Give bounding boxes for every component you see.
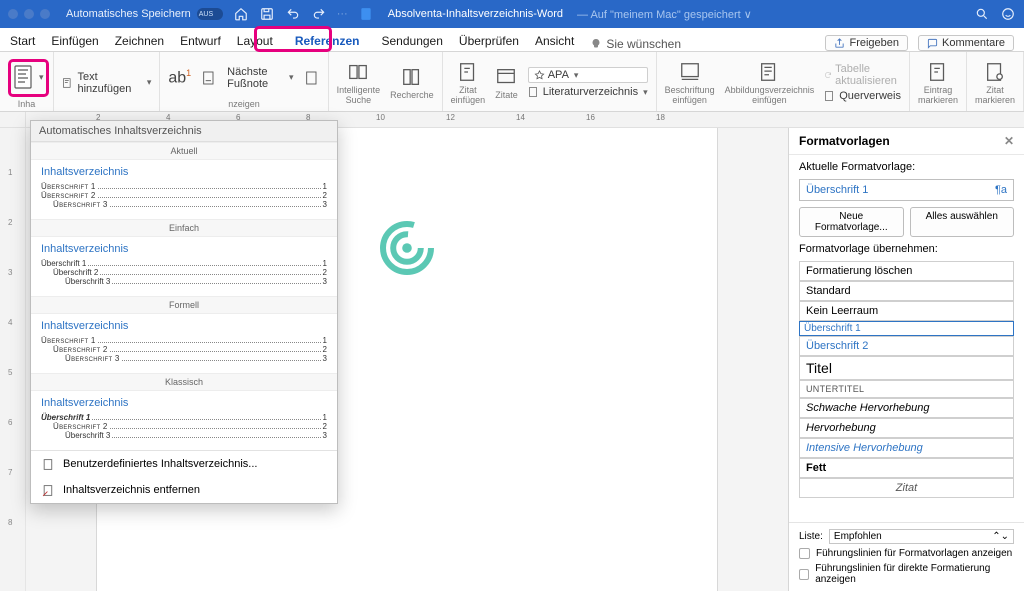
style-standard[interactable]: Standard bbox=[799, 281, 1014, 301]
toc-section-klassisch: Klassisch bbox=[31, 373, 337, 391]
mark-citation-button[interactable]: Zitat markieren bbox=[975, 61, 1015, 105]
show-direct-guides-checkbox[interactable] bbox=[799, 569, 809, 580]
smart-lookup-button[interactable]: Intelligente Suche bbox=[337, 61, 381, 105]
tab-start[interactable]: Start bbox=[10, 30, 35, 51]
style-subtle-emphasis[interactable]: Schwache Hervorhebung bbox=[799, 398, 1014, 418]
style-intense-emphasis[interactable]: Intensive Hervorhebung bbox=[799, 438, 1014, 458]
show-notes-button[interactable] bbox=[304, 70, 320, 86]
citation-style-select[interactable]: APA▾ bbox=[528, 67, 648, 83]
tab-ansicht[interactable]: Ansicht bbox=[535, 30, 574, 51]
tab-ueberpruefen[interactable]: Überprüfen bbox=[459, 30, 519, 51]
close-dot[interactable] bbox=[8, 9, 18, 19]
toc-button[interactable]: ▾ bbox=[8, 59, 49, 97]
next-footnote-button[interactable]: Nächste Fußnote▾ bbox=[227, 66, 293, 90]
new-style-button[interactable]: Neue Formatvorlage... bbox=[799, 207, 904, 237]
autosave-label: Automatisches Speichern bbox=[66, 8, 191, 20]
toc-gallery-header: Automatisches Inhaltsverzeichnis bbox=[31, 121, 337, 142]
add-text-button[interactable]: Text hinzufügen▾ bbox=[62, 71, 151, 95]
insert-endnote-button[interactable] bbox=[201, 70, 217, 86]
style-no-spacing[interactable]: Kein Leerraum bbox=[799, 301, 1014, 321]
insert-tof-button[interactable]: Abbildungsverzeichnis einfügen bbox=[725, 61, 815, 105]
style-title[interactable]: Titel bbox=[799, 356, 1014, 380]
undo-icon[interactable] bbox=[285, 6, 301, 22]
document-save-location[interactable]: — Auf "meinem Mac" gespeichert ∨ bbox=[577, 8, 752, 21]
tell-me[interactable]: Sie wünschen bbox=[590, 37, 681, 51]
word-doc-icon bbox=[358, 6, 374, 22]
style-emphasis[interactable]: Hervorhebung bbox=[799, 418, 1014, 438]
smile-feedback-icon[interactable] bbox=[1000, 6, 1016, 22]
insert-caption-button[interactable]: Beschriftung einfügen bbox=[665, 61, 715, 105]
ribbon-tabs: Start Einfügen Zeichnen Entwurf Layout R… bbox=[0, 28, 1024, 52]
citations-button[interactable]: Zitate bbox=[495, 66, 518, 100]
toc-section-einfach: Einfach bbox=[31, 219, 337, 237]
home-icon[interactable] bbox=[233, 6, 249, 22]
current-style-display[interactable]: Überschrift 1¶a bbox=[799, 179, 1014, 201]
toc-gallery-popover: Automatisches Inhaltsverzeichnis Aktuell… bbox=[30, 120, 338, 504]
styles-pane: Formatvorlagen ✕ Aktuelle Formatvorlage:… bbox=[788, 128, 1024, 591]
toc-preset-einfach[interactable]: Inhaltsverzeichnis Überschrift 11 Übersc… bbox=[31, 237, 337, 296]
toc-preset-klassisch[interactable]: Inhaltsverzeichnis Überschrift 11 Übersc… bbox=[31, 391, 337, 450]
research-button[interactable]: Recherche bbox=[390, 66, 434, 100]
vertical-ruler: 12 34 56 78 bbox=[0, 128, 26, 591]
window-traffic-lights[interactable] bbox=[8, 9, 50, 19]
style-quote[interactable]: Zitat bbox=[799, 478, 1014, 498]
redo-icon[interactable] bbox=[311, 6, 327, 22]
style-bold[interactable]: Fett bbox=[799, 458, 1014, 478]
list-filter-label: Liste: bbox=[799, 531, 823, 542]
tab-zeichnen[interactable]: Zeichnen bbox=[115, 30, 164, 51]
mark-entry-button[interactable]: Eintrag markieren bbox=[918, 61, 958, 105]
list-filter-select[interactable]: Empfohlen⌃⌄ bbox=[829, 529, 1014, 544]
current-style-label: Aktuelle Formatvorlage: bbox=[799, 161, 1014, 173]
window-titlebar: Automatisches Speichern AUS ··· Absolven… bbox=[0, 0, 1024, 28]
document-title: Absolventa-Inhaltsverzeichnis-Word bbox=[388, 8, 563, 20]
custom-toc-menuitem[interactable]: Benutzerdefiniertes Inhaltsverzeichnis..… bbox=[31, 451, 337, 477]
tab-einfuegen[interactable]: Einfügen bbox=[51, 30, 98, 51]
tab-referenzen[interactable]: Referenzen bbox=[289, 32, 366, 51]
style-list: Formatierung löschen Standard Kein Leerr… bbox=[799, 261, 1014, 498]
share-label: Freigeben bbox=[849, 37, 899, 49]
bibliography-button[interactable]: Literaturverzeichnis▾ bbox=[528, 86, 648, 98]
tell-me-label: Sie wünschen bbox=[606, 37, 681, 51]
styles-pane-title: Formatvorlagen bbox=[799, 134, 890, 148]
zoom-dot[interactable] bbox=[40, 9, 50, 19]
update-table-button: Tabelle aktualisieren bbox=[824, 63, 901, 87]
toc-section-aktuell: Aktuell bbox=[31, 142, 337, 160]
style-heading-1[interactable]: Überschrift 1 bbox=[799, 321, 1014, 336]
tab-entwurf[interactable]: Entwurf bbox=[180, 30, 221, 51]
comments-label: Kommentare bbox=[942, 37, 1005, 49]
toc-preset-aktuell[interactable]: Inhaltsverzeichnis Überschrift 11 Übersc… bbox=[31, 160, 337, 219]
style-subtitle[interactable]: Untertitel bbox=[799, 380, 1014, 398]
comments-button[interactable]: Kommentare bbox=[918, 35, 1014, 51]
remove-document-icon bbox=[41, 483, 55, 497]
tab-layout[interactable]: Layout bbox=[237, 30, 273, 51]
document-icon bbox=[41, 457, 55, 471]
style-heading-2[interactable]: Überschrift 2 bbox=[799, 336, 1014, 356]
show-style-guides-label: Führungslinien für Formatvorlagen anzeig… bbox=[816, 548, 1012, 559]
toc-section-formell: Formell bbox=[31, 296, 337, 314]
save-icon[interactable] bbox=[259, 6, 275, 22]
minimize-dot[interactable] bbox=[24, 9, 34, 19]
insert-footnote-button[interactable]: ab1 bbox=[168, 68, 191, 87]
insert-citation-button[interactable]: Zitat einfügen bbox=[451, 61, 486, 105]
tab-sendungen[interactable]: Sendungen bbox=[382, 30, 443, 51]
apply-style-label: Formatvorlage übernehmen: bbox=[799, 243, 1014, 255]
absolventa-logo-icon bbox=[377, 218, 437, 278]
toc-preset-formell[interactable]: Inhaltsverzeichnis Überschrift 11 Übersc… bbox=[31, 314, 337, 373]
autosave-toggle[interactable]: AUS bbox=[197, 8, 223, 20]
ribbon: ▾ Inha Text hinzufügen▾ ab1 Nächste Fußn… bbox=[0, 52, 1024, 112]
show-group-label: nzeigen bbox=[168, 99, 319, 109]
style-clear-formatting[interactable]: Formatierung löschen bbox=[799, 261, 1014, 281]
select-all-button[interactable]: Alles auswählen bbox=[910, 207, 1015, 237]
remove-toc-menuitem[interactable]: Inhaltsverzeichnis entfernen bbox=[31, 477, 337, 503]
share-button[interactable]: Freigeben bbox=[825, 35, 908, 51]
cross-reference-button[interactable]: Querverweis bbox=[824, 90, 901, 102]
toc-group-label: Inha bbox=[8, 99, 45, 109]
show-style-guides-checkbox[interactable] bbox=[799, 548, 810, 559]
search-icon[interactable] bbox=[974, 6, 990, 22]
close-pane-icon[interactable]: ✕ bbox=[1004, 134, 1014, 148]
show-direct-guides-label: Führungslinien für direkte Formatierung … bbox=[815, 563, 1014, 585]
